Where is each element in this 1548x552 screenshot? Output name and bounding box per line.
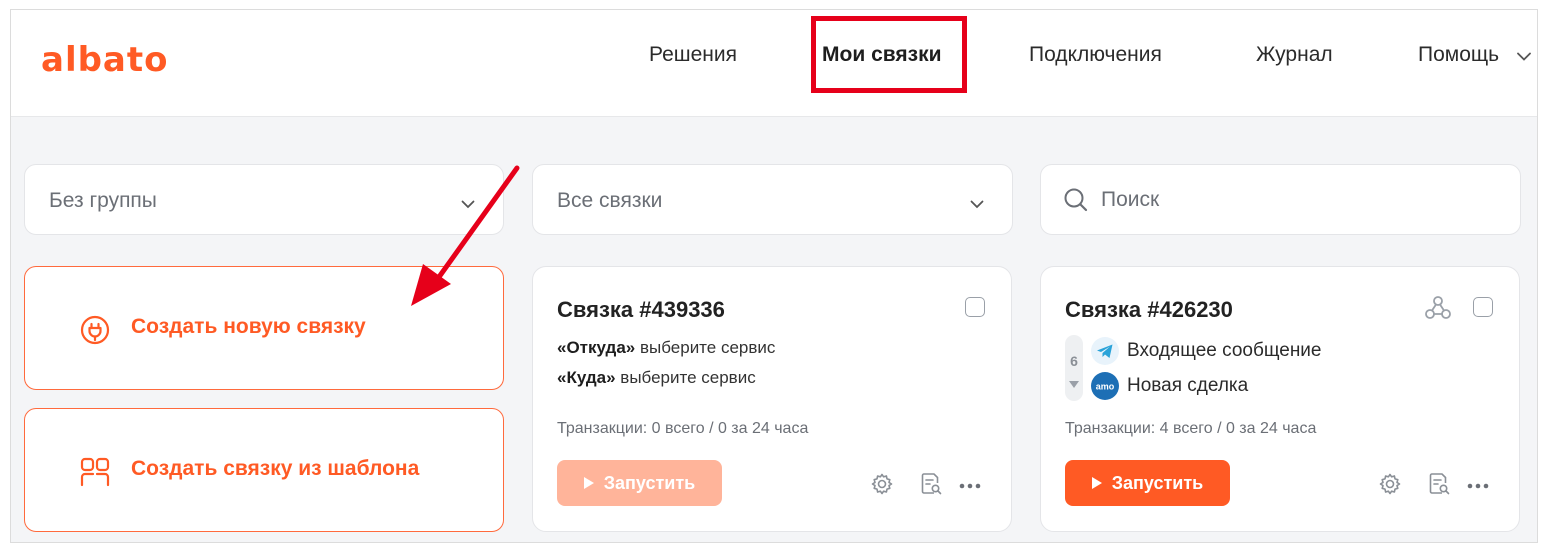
annotation-arrow bbox=[411, 165, 520, 306]
app-window: albato Решения Мои связки Подключения Жу… bbox=[10, 9, 1538, 543]
